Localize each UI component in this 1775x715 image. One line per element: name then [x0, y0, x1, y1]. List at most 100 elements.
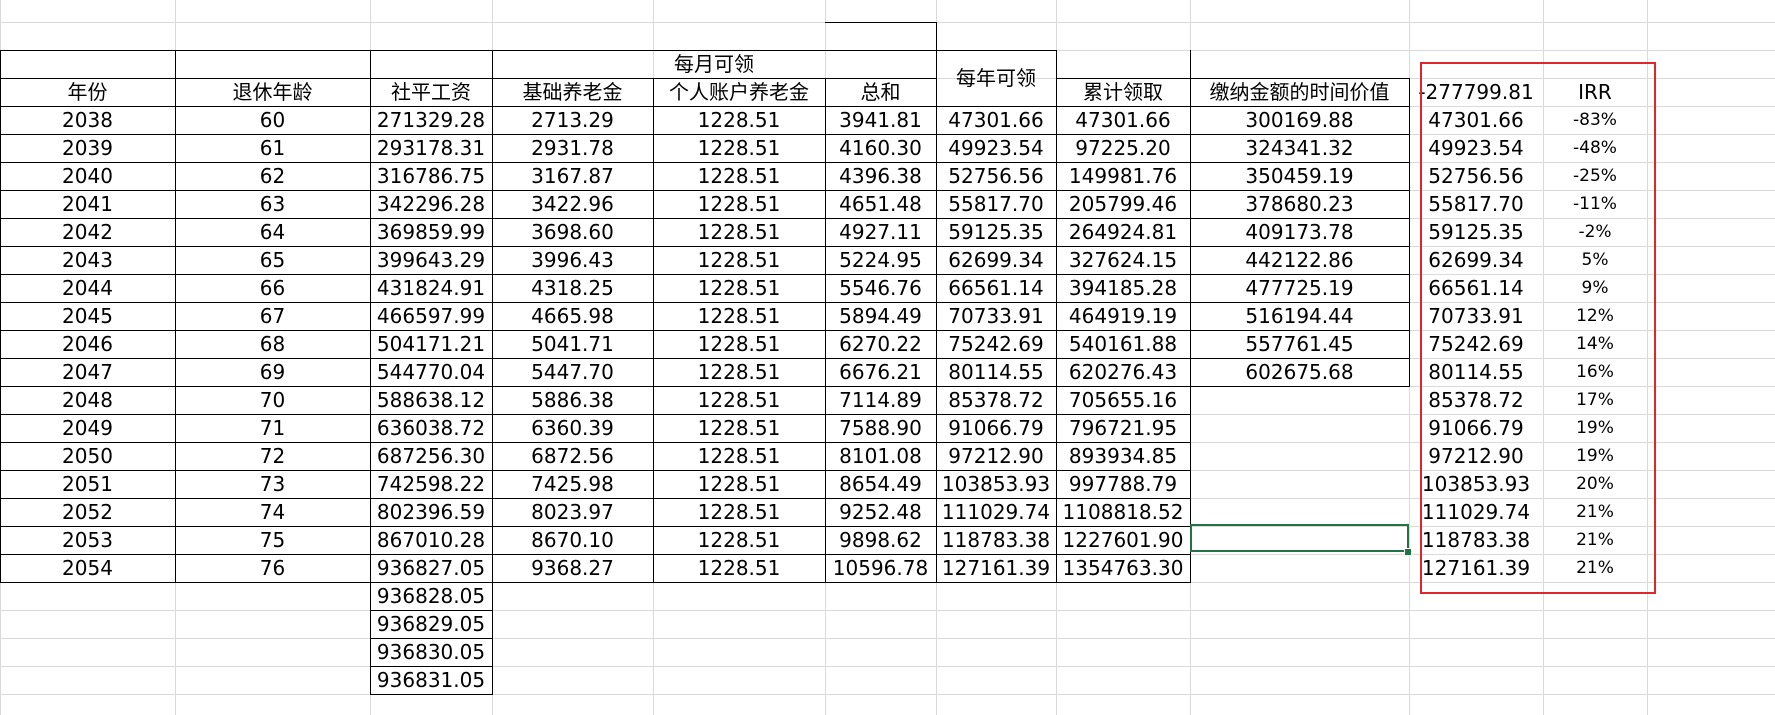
cell-personal-pension[interactable]: 1228.51	[653, 218, 825, 246]
header-year[interactable]: 年份	[0, 78, 175, 106]
cell-retire-age[interactable]: 68	[175, 330, 370, 358]
cell-time-value[interactable]	[1190, 386, 1409, 414]
header-basic-pension[interactable]: 基础养老金	[492, 78, 653, 106]
cell-avg-wage[interactable]: 369859.99	[370, 218, 492, 246]
cell-total[interactable]: 8101.08	[825, 442, 936, 470]
cell-retire-age[interactable]: 75	[175, 526, 370, 554]
cell-annual[interactable]: 80114.55	[936, 358, 1056, 386]
cell-basic-pension[interactable]: 5447.70	[492, 358, 653, 386]
cell-time-value[interactable]: 557761.45	[1190, 330, 1409, 358]
cell-time-value[interactable]: 350459.19	[1190, 162, 1409, 190]
cell-avg-wage[interactable]: 588638.12	[370, 386, 492, 414]
header-time-value[interactable]: 缴纳金额的时间价值	[1190, 78, 1409, 106]
cell-total[interactable]: 9898.62	[825, 526, 936, 554]
cell-basic-pension[interactable]: 3422.96	[492, 190, 653, 218]
cell-basic-pension[interactable]: 3996.43	[492, 246, 653, 274]
fill-handle[interactable]	[1404, 548, 1412, 556]
cell-total[interactable]: 10596.78	[825, 554, 936, 582]
cell-basic-pension[interactable]: 2931.78	[492, 134, 653, 162]
cell-cumulative[interactable]: 620276.43	[1056, 358, 1190, 386]
cell-personal-pension[interactable]: 1228.51	[653, 414, 825, 442]
cell-retire-age[interactable]: 73	[175, 470, 370, 498]
cell-total[interactable]: 9252.48	[825, 498, 936, 526]
cell-avg-wage[interactable]: 271329.28	[370, 106, 492, 134]
cell-total[interactable]: 5894.49	[825, 302, 936, 330]
cell-year[interactable]: 2054	[0, 554, 175, 582]
cell-avg-wage[interactable]: 636038.72	[370, 414, 492, 442]
cell-year[interactable]: 2039	[0, 134, 175, 162]
cell-time-value[interactable]: 477725.19	[1190, 274, 1409, 302]
cell-retire-age[interactable]: 60	[175, 106, 370, 134]
cell-avg-wage[interactable]: 936829.05	[370, 610, 492, 638]
cell-avg-wage[interactable]: 466597.99	[370, 302, 492, 330]
cell-avg-wage[interactable]: 802396.59	[370, 498, 492, 526]
cell-cumulative[interactable]: 327624.15	[1056, 246, 1190, 274]
cell-year[interactable]: 2049	[0, 414, 175, 442]
cell-year[interactable]: 2038	[0, 106, 175, 134]
cell-retire-age[interactable]: 72	[175, 442, 370, 470]
header-retire-age[interactable]: 退休年龄	[175, 78, 370, 106]
cell-cumulative[interactable]: 47301.66	[1056, 106, 1190, 134]
cell-time-value[interactable]: 300169.88	[1190, 106, 1409, 134]
cell-total[interactable]: 6270.22	[825, 330, 936, 358]
cell-basic-pension[interactable]: 7425.98	[492, 470, 653, 498]
cell-total[interactable]: 6676.21	[825, 358, 936, 386]
cell-basic-pension[interactable]: 4318.25	[492, 274, 653, 302]
cell-total[interactable]: 4927.11	[825, 218, 936, 246]
cell-cumulative[interactable]: 1227601.90	[1056, 526, 1190, 554]
cell-basic-pension[interactable]: 3698.60	[492, 218, 653, 246]
cell-time-value[interactable]: 442122.86	[1190, 246, 1409, 274]
cell-annual[interactable]: 118783.38	[936, 526, 1056, 554]
cell-basic-pension[interactable]: 9368.27	[492, 554, 653, 582]
cell-time-value[interactable]	[1190, 442, 1409, 470]
cell-annual[interactable]: 47301.66	[936, 106, 1056, 134]
cell-year[interactable]: 2041	[0, 190, 175, 218]
cell-personal-pension[interactable]: 1228.51	[653, 246, 825, 274]
cell-total[interactable]: 4160.30	[825, 134, 936, 162]
cell-year[interactable]: 2045	[0, 302, 175, 330]
cell-avg-wage[interactable]: 936830.05	[370, 638, 492, 666]
cell-annual[interactable]: 66561.14	[936, 274, 1056, 302]
cell-personal-pension[interactable]: 1228.51	[653, 358, 825, 386]
header-monthly-group[interactable]: 每月可领	[492, 50, 936, 78]
cell-retire-age[interactable]: 63	[175, 190, 370, 218]
cell-avg-wage[interactable]: 742598.22	[370, 470, 492, 498]
cell-time-value[interactable]	[1190, 554, 1409, 582]
cell-avg-wage[interactable]: 504171.21	[370, 330, 492, 358]
header-personal-pension[interactable]: 个人账户养老金	[653, 78, 825, 106]
cell-avg-wage[interactable]: 687256.30	[370, 442, 492, 470]
cell-year[interactable]: 2053	[0, 526, 175, 554]
cell-retire-age[interactable]: 65	[175, 246, 370, 274]
cell-basic-pension[interactable]: 6872.56	[492, 442, 653, 470]
cell-retire-age[interactable]: 66	[175, 274, 370, 302]
cell-avg-wage[interactable]: 936831.05	[370, 666, 492, 694]
cell-total[interactable]: 4396.38	[825, 162, 936, 190]
cell-annual[interactable]: 103853.93	[936, 470, 1056, 498]
cell-avg-wage[interactable]: 342296.28	[370, 190, 492, 218]
cell-year[interactable]: 2050	[0, 442, 175, 470]
cell-year[interactable]: 2046	[0, 330, 175, 358]
cell-cumulative[interactable]: 540161.88	[1056, 330, 1190, 358]
cell-time-value[interactable]: 409173.78	[1190, 218, 1409, 246]
cell-annual[interactable]: 85378.72	[936, 386, 1056, 414]
cell-year[interactable]: 2047	[0, 358, 175, 386]
cell-retire-age[interactable]: 76	[175, 554, 370, 582]
cell-year[interactable]: 2052	[0, 498, 175, 526]
cell-cumulative[interactable]: 705655.16	[1056, 386, 1190, 414]
cell-total[interactable]: 5546.76	[825, 274, 936, 302]
cell-personal-pension[interactable]: 1228.51	[653, 134, 825, 162]
cell-basic-pension[interactable]: 8670.10	[492, 526, 653, 554]
cell-year[interactable]: 2042	[0, 218, 175, 246]
cell-retire-age[interactable]: 69	[175, 358, 370, 386]
cell-time-value[interactable]: 602675.68	[1190, 358, 1409, 386]
cell-personal-pension[interactable]: 1228.51	[653, 386, 825, 414]
cell-cumulative[interactable]: 1354763.30	[1056, 554, 1190, 582]
cell-total[interactable]: 3941.81	[825, 106, 936, 134]
cell-cumulative[interactable]: 796721.95	[1056, 414, 1190, 442]
cell-personal-pension[interactable]: 1228.51	[653, 106, 825, 134]
active-cell-selection[interactable]	[1190, 524, 1409, 552]
cell-personal-pension[interactable]: 1228.51	[653, 162, 825, 190]
cell-avg-wage[interactable]: 431824.91	[370, 274, 492, 302]
cell-retire-age[interactable]: 67	[175, 302, 370, 330]
cell-avg-wage[interactable]: 399643.29	[370, 246, 492, 274]
